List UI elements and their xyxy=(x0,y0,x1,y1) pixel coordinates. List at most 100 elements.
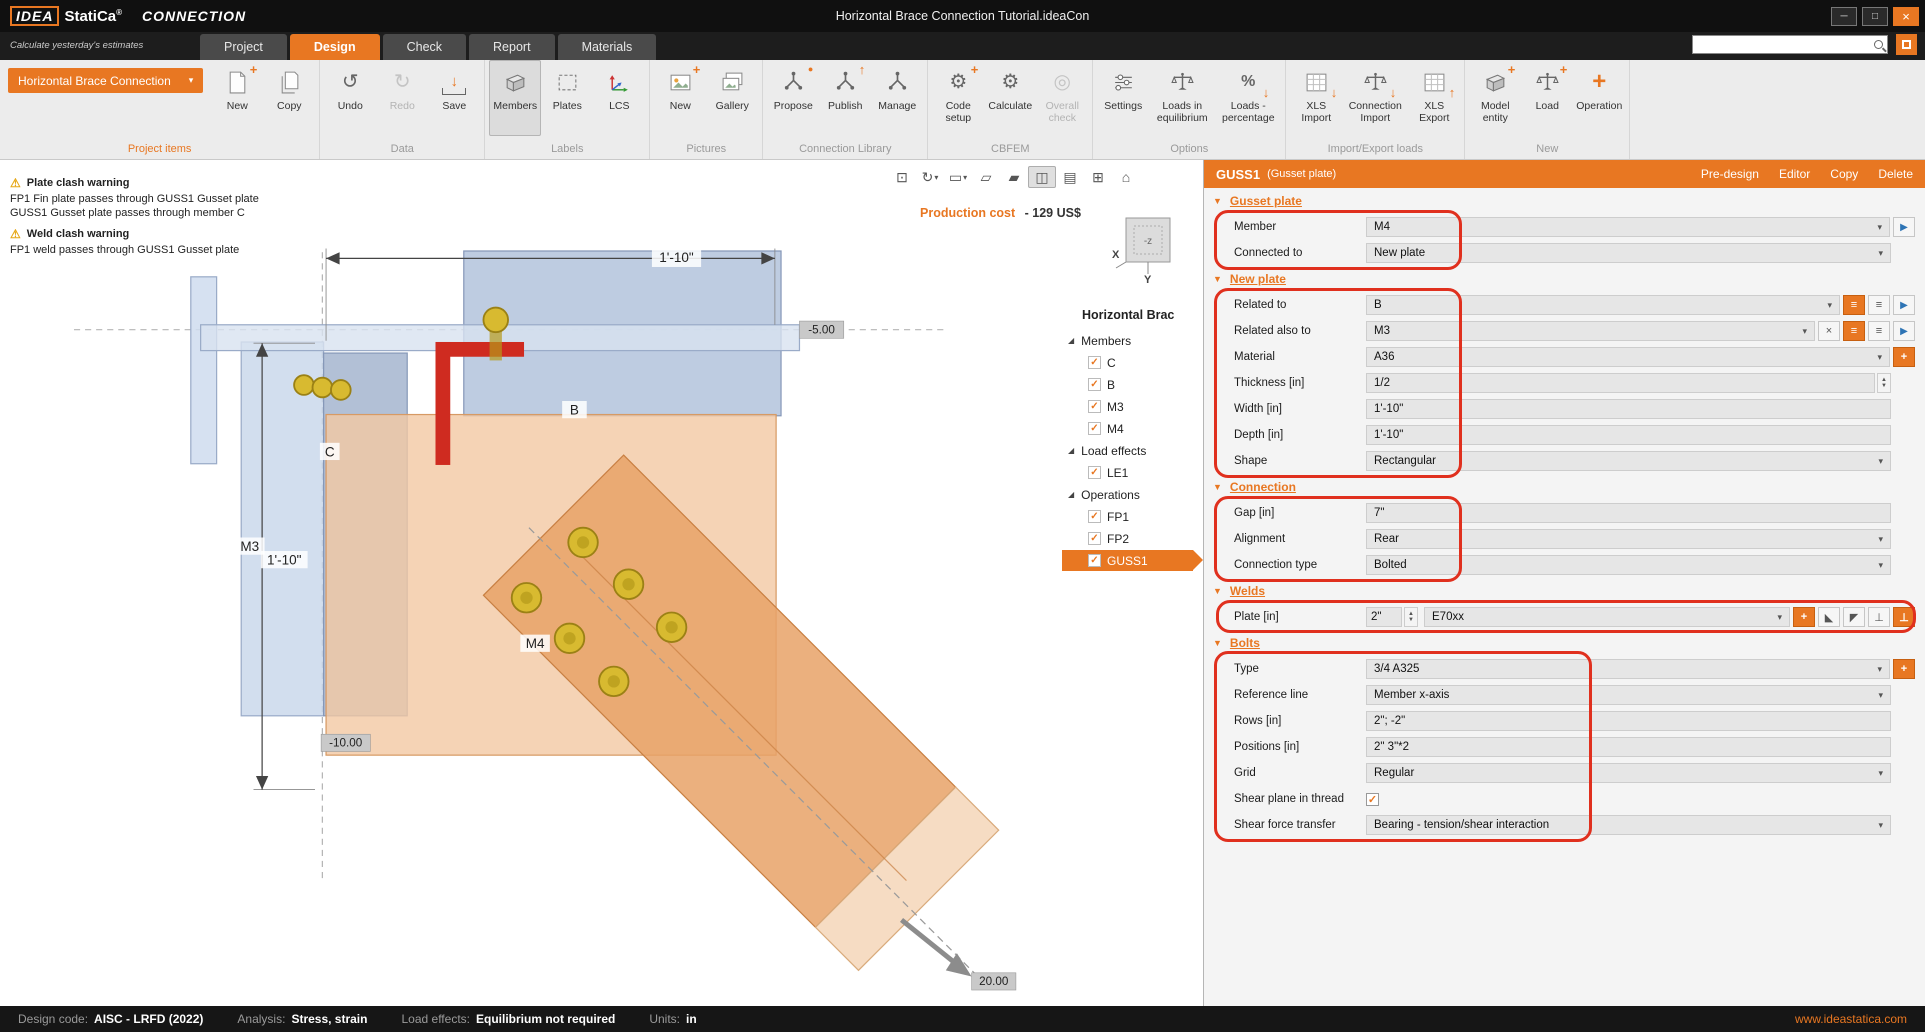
member-dropdown[interactable]: M4 ▾ xyxy=(1366,217,1890,237)
plate-column-flange[interactable] xyxy=(191,277,217,464)
ribbon-load-button[interactable]: + Load xyxy=(1521,60,1573,136)
thickness-input[interactable]: 1/2 xyxy=(1366,373,1875,393)
checkbox-checked-icon[interactable]: ✓ xyxy=(1088,466,1101,479)
website-link[interactable]: www.ideastatica.com xyxy=(1795,1012,1907,1026)
add-bolt-assembly-button[interactable]: + xyxy=(1893,659,1915,679)
collapse-icon[interactable]: ◢ xyxy=(1068,490,1074,499)
shape-dropdown[interactable]: Rectangular ▾ xyxy=(1366,451,1891,471)
ribbon-manage-button[interactable]: Manage xyxy=(871,60,923,136)
add-weld-material-button[interactable]: + xyxy=(1793,607,1815,627)
checkbox-checked-icon[interactable]: ✓ xyxy=(1088,422,1101,435)
search-input[interactable] xyxy=(1697,39,1874,51)
ribbon-redo-button[interactable]: ↻ Redo xyxy=(376,60,428,136)
depth-input[interactable]: 1'-10" xyxy=(1366,425,1891,445)
connected-to-dropdown[interactable]: New plate ▾ xyxy=(1366,243,1891,263)
tree-item-fp1[interactable]: ✓ FP1 xyxy=(1062,506,1203,527)
pick-related-button[interactable]: ▶ xyxy=(1893,295,1915,315)
ribbon-copy-button[interactable]: Copy xyxy=(263,60,315,136)
pick-member-button[interactable]: ▶ xyxy=(1893,217,1915,237)
section-header-bolts[interactable]: ▼ Bolts xyxy=(1204,630,1925,656)
tree-item-c[interactable]: ✓ C xyxy=(1062,352,1203,373)
ribbon-connection-import-button[interactable]: ↓ Connection Import xyxy=(1342,60,1408,136)
brand-button[interactable] xyxy=(1896,34,1917,55)
checkbox-checked-icon[interactable]: ✓ xyxy=(1088,532,1101,545)
width-input[interactable]: 1'-10" xyxy=(1366,399,1891,419)
zoom-fit-button[interactable]: ⊡ xyxy=(888,166,916,188)
edge-list-button[interactable]: ≡ xyxy=(1843,295,1865,315)
collapse-section-icon[interactable]: ▼ xyxy=(1213,482,1222,492)
gap-input[interactable]: 7" xyxy=(1366,503,1891,523)
ribbon-members-toggle[interactable]: Members xyxy=(489,60,541,136)
ribbon-model-entity-button[interactable]: + Model entity xyxy=(1469,60,1521,136)
project-item-selector-button[interactable]: Horizontal Brace Connection ▾ xyxy=(8,68,203,93)
collapse-section-icon[interactable]: ▼ xyxy=(1213,196,1222,206)
copy-operation-button[interactable]: Copy xyxy=(1830,167,1858,181)
section-header-gusset-plate[interactable]: ▼ Gusset plate xyxy=(1204,188,1925,214)
view-combined-button[interactable]: ◫ xyxy=(1028,166,1056,188)
view-solid-button[interactable]: ▰ xyxy=(1000,166,1028,188)
section-header-connection[interactable]: ▼ Connection xyxy=(1204,474,1925,500)
bolt[interactable] xyxy=(294,375,314,395)
ribbon-save-button[interactable]: ↓ Save xyxy=(428,60,480,136)
bolt[interactable] xyxy=(331,380,351,400)
tree-item-le1[interactable]: ✓ LE1 xyxy=(1062,462,1203,483)
checkbox-checked-icon[interactable]: ✓ xyxy=(1088,400,1101,413)
bolt[interactable] xyxy=(313,378,333,398)
thickness-stepper[interactable]: ▲ ▼ xyxy=(1877,373,1891,393)
weld-fp1-vertical[interactable] xyxy=(435,342,450,465)
tree-item-m3[interactable]: ✓ M3 xyxy=(1062,396,1203,417)
weld-size-input[interactable]: 2" xyxy=(1366,607,1402,627)
ribbon-calculate-button[interactable]: ⚙ Calculate xyxy=(984,60,1036,136)
pick-related-also-button[interactable]: ▶ xyxy=(1893,321,1915,341)
weld-type-double-fillet-button[interactable]: ◤ xyxy=(1843,607,1865,627)
ribbon-loads-percentage-button[interactable]: %↓ Loads - percentage xyxy=(1215,60,1281,136)
shear-plane-checkbox[interactable]: ✓ xyxy=(1366,793,1379,806)
collapse-section-icon[interactable]: ▼ xyxy=(1213,638,1222,648)
electrode-dropdown[interactable]: E70xx ▾ xyxy=(1424,607,1790,627)
ribbon-publish-button[interactable]: ↑ Publish xyxy=(819,60,871,136)
ribbon-code-setup-button[interactable]: ⚙+ Code setup xyxy=(932,60,984,136)
alignment-dropdown[interactable]: Rear ▾ xyxy=(1366,529,1891,549)
tab-design[interactable]: Design xyxy=(290,34,380,60)
bolt-type-dropdown[interactable]: 3/4 A325 ▾ xyxy=(1366,659,1890,679)
tree-item-b[interactable]: ✓ B xyxy=(1062,374,1203,395)
ribbon-operation-button[interactable]: + Operation xyxy=(1573,60,1625,136)
section-header-new-plate[interactable]: ▼ New plate xyxy=(1204,266,1925,292)
add-material-button[interactable]: + xyxy=(1893,347,1915,367)
maximize-button[interactable]: □ xyxy=(1862,7,1888,26)
ribbon-new-picture-button[interactable]: + New xyxy=(654,60,706,136)
tree-item-fp2[interactable]: ✓ FP2 xyxy=(1062,528,1203,549)
connection-type-dropdown[interactable]: Bolted ▾ xyxy=(1366,555,1891,575)
surface-list-button[interactable]: ≡ xyxy=(1868,295,1890,315)
select-mode-button[interactable]: ▭▾ xyxy=(944,166,972,188)
checkbox-checked-icon[interactable]: ✓ xyxy=(1088,510,1101,523)
tree-group-members[interactable]: ◢ Members xyxy=(1062,330,1203,351)
ribbon-overall-check-button[interactable]: ◎ Overall check xyxy=(1036,60,1088,136)
collapse-section-icon[interactable]: ▼ xyxy=(1213,274,1222,284)
checkbox-checked-icon[interactable]: ✓ xyxy=(1088,356,1101,369)
editor-button[interactable]: Editor xyxy=(1779,167,1810,181)
bolt-positions-input[interactable]: 2" 3"*2 xyxy=(1366,737,1891,757)
clear-related-button[interactable]: × xyxy=(1818,321,1840,341)
ribbon-lcs-toggle[interactable]: LCS xyxy=(593,60,645,136)
view-grid-button[interactable]: ⊞ xyxy=(1084,166,1112,188)
material-dropdown[interactable]: A36 ▾ xyxy=(1366,347,1890,367)
weld-type-butt-button[interactable]: ⊥ xyxy=(1868,607,1890,627)
related-to-dropdown[interactable]: B ▾ xyxy=(1366,295,1840,315)
view-transparent-button[interactable]: ▱ xyxy=(972,166,1000,188)
ribbon-settings-button[interactable]: Settings xyxy=(1097,60,1149,136)
tab-project[interactable]: Project xyxy=(200,34,287,60)
ribbon-xls-export-button[interactable]: ↑ XLS Export xyxy=(1408,60,1460,136)
tree-item-guss1-selected[interactable]: ✓ GUSS1 xyxy=(1062,550,1193,571)
tab-check[interactable]: Check xyxy=(383,34,466,60)
weld-type-fillet-button[interactable]: ◣ xyxy=(1818,607,1840,627)
navigation-cube[interactable]: -z X Y xyxy=(1110,212,1182,284)
view-layers-button[interactable]: ▤ xyxy=(1056,166,1084,188)
ribbon-gallery-button[interactable]: Gallery xyxy=(706,60,758,136)
member-c-web[interactable] xyxy=(241,342,323,716)
weld-size-stepper[interactable]: ▲ ▼ xyxy=(1404,607,1418,627)
bolt-rows-input[interactable]: 2"; -2" xyxy=(1366,711,1891,731)
weld-type-selected-button[interactable]: ⊥ xyxy=(1893,607,1915,627)
tab-materials[interactable]: Materials xyxy=(558,34,657,60)
section-header-welds[interactable]: ▼ Welds xyxy=(1204,578,1925,604)
